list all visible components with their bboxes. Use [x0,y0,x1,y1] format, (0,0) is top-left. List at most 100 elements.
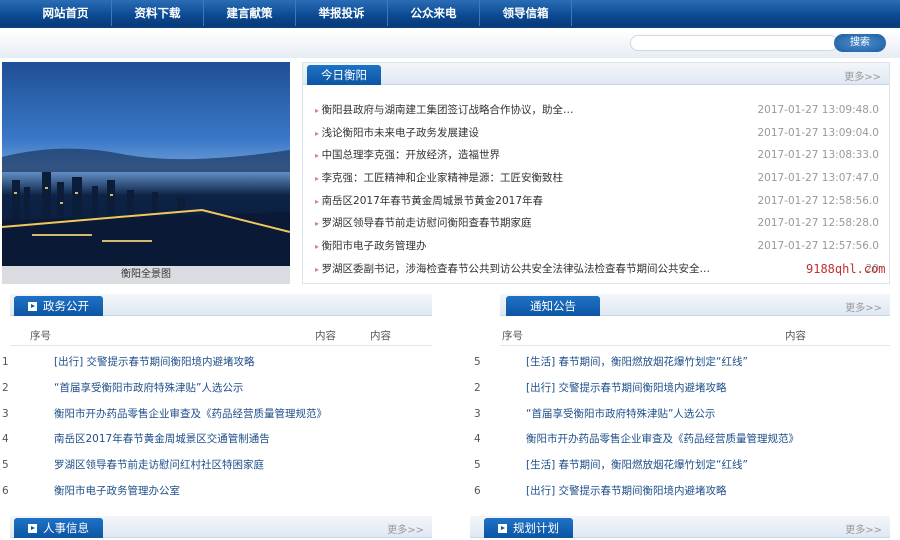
news-date: 2017-01-27 13:09:48.0 [757,104,879,116]
row-link[interactable]: 衡阳市开办药品零售企业审查及《药品经营质量管理规范》 [54,402,327,428]
nav-public-calls[interactable]: 公众来电 [388,0,480,26]
row-number: 6 [474,484,481,497]
news-item[interactable]: 衡阳市电子政务管理办 2017-01-27 12:57:56.0 [315,235,879,258]
news-date: 2017-01-27 12:58:28.0 [757,217,879,230]
nav-leader-mailbox[interactable]: 领导信箱 [480,0,572,26]
table-header: 序号 内容 [500,322,890,346]
personnel-more-link[interactable]: 更多>> [387,521,424,536]
top-nav: 网站首页 资料下载 建言献策 举报投诉 公众来电 领导信箱 [0,0,900,28]
col-no: 序号 [502,330,523,342]
row-link[interactable]: [出行] 交警提示春节期间衡阳境内避堵攻略 [526,376,727,402]
news-title[interactable]: 中国总理李克强：开放经济，造福世界 [315,144,501,167]
row-link[interactable]: [出行] 交警提示春节期间衡阳境内避堵攻略 [54,350,255,376]
row-link[interactable]: “首届享受衡阳市政府特殊津贴”人选公示 [526,402,715,428]
table-row[interactable]: 5 [生活] 春节期间，衡阳燃放烟花爆竹划定“红线” [472,350,890,376]
image-caption: 衡阳全景图 [2,266,290,284]
news-item[interactable]: 罗湖区委副书记，涉海检查春节公共到访公共安全法律弘法检查春节期间公共安全…20 [315,258,879,281]
tab-personnel[interactable]: 人事信息 [14,518,103,538]
tab-label: 政务公开 [43,299,89,313]
gov-panel: 政务公开 序号 内容 内容 1 [出行] 交警提示春节期间衡阳境内避堵攻略 2 “首届… [2,294,432,512]
news-title[interactable]: 罗湖区委副书记，涉海检查春节公共到访公共安全法律弘法检查春节期间公共安全… [315,258,711,281]
news-title[interactable]: 李克强：工匠精神和企业家精神是源：工匠安衡致柱 [315,167,564,190]
today-news-list: 衡阳县政府与湖南建工集团签订战略合作协议，助全… 2017-01-27 13:09… [315,99,879,281]
table-row[interactable]: 6 [出行] 交警提示春节期间衡阳境内避堵攻略 [472,479,890,505]
table-row[interactable]: 4 衡阳市开办药品零售企业审查及《药品经营质量管理规范》 [472,427,890,453]
news-date: 2017-01-27 13:08:33.0 [757,149,879,162]
row-number: 3 [2,407,9,420]
row-number: 3 [474,407,481,420]
planning-panel: 规划计划 更多>> [470,516,890,540]
col-no: 序号 [30,330,51,342]
news-title[interactable]: 浅论衡阳市未来电子政务发展建设 [315,122,480,145]
row-link[interactable]: [出行] 交警提示春节期间衡阳境内避堵攻略 [526,479,727,505]
row-link[interactable]: 罗湖区领导春节前走访慰问红村社区特困家庭 [54,453,264,479]
planning-more-link[interactable]: 更多>> [845,521,882,536]
row-number: 2 [2,381,9,394]
row-number: 5 [2,459,9,472]
watermark: 9188qhl.com [806,262,886,276]
news-item[interactable]: 李克强：工匠精神和企业家精神是源：工匠安衡致柱 2017-01-27 13:07:… [315,167,879,190]
news-item[interactable]: 衡阳县政府与湖南建工集团签订战略合作协议，助全… 2017-01-27 13:09… [315,99,879,122]
table-row[interactable]: 3 衡阳市开办药品零售企业审查及《药品经营质量管理规范》 [0,402,432,428]
row-link[interactable]: 南岳区2017年春节黄金周城景区交通管制通告 [54,427,270,453]
news-date: 2017-01-27 13:09:04.0 [757,126,879,139]
col-content: 内容 [785,330,806,342]
tab-label: 规划计划 [513,521,559,535]
table-row[interactable]: 3 “首届享受衡阳市政府特殊津贴”人选公示 [472,402,890,428]
table-row[interactable]: 5 罗湖区领导春节前走访慰问红村社区特困家庭 [0,453,432,479]
nav-downloads[interactable]: 资料下载 [112,0,204,26]
news-date: 2017-01-27 13:07:47.0 [757,172,879,185]
arrow-right-icon [28,524,37,533]
city-panorama-image[interactable]: 衡阳全景图 [2,62,290,284]
tab-notice[interactable]: 通知公告 [506,296,600,316]
table-row[interactable]: 4 南岳区2017年春节黄金周城景区交通管制通告 [0,427,432,453]
table-row[interactable]: 2 “首届享受衡阳市政府特殊津贴”人选公示 [0,376,432,402]
table-row[interactable]: 6 衡阳市电子政务管理办公室 [0,479,432,505]
row-link[interactable]: 衡阳市电子政务管理办公室 [54,479,180,505]
city-skyline-graphic [2,148,290,284]
table-row[interactable]: 2 [出行] 交警提示春节期间衡阳境内避堵攻略 [472,376,890,402]
tab-planning[interactable]: 规划计划 [484,518,573,538]
news-date: 2017-01-27 12:58:56.0 [757,194,879,207]
row-number: 5 [474,459,481,472]
row-link[interactable]: “首届享受衡阳市政府特殊津贴”人选公示 [54,376,243,402]
nav-home[interactable]: 网站首页 [20,0,112,26]
notice-more-link[interactable]: 更多>> [845,299,882,314]
news-title[interactable]: 罗湖区领导春节前走访慰问衡阳查春节期家庭 [315,212,532,235]
row-link[interactable]: 衡阳市开办药品零售企业审查及《药品经营质量管理规范》 [526,427,799,453]
news-item[interactable]: 中国总理李克强：开放经济，造福世界 2017-01-27 13:08:33.0 [315,144,879,167]
news-date: 2017-01-27 12:57:56.0 [757,240,879,253]
row-number: 4 [474,433,481,446]
row-link[interactable]: [生活] 春节期间，衡阳燃放烟花爆竹划定“红线” [526,453,748,479]
notice-rows: 5 [生活] 春节期间，衡阳燃放烟花爆竹划定“红线” 2 [出行] 交警提示春节期间衡… [472,350,890,505]
search-button[interactable]: 搜索 [834,34,886,52]
arrow-right-icon [498,524,507,533]
nav-suggestions[interactable]: 建言献策 [204,0,296,26]
search-input[interactable] [630,35,838,51]
news-title[interactable]: 南岳区2017年春节黄金周城景节黄金2017年春 [315,190,543,213]
today-more-link[interactable]: 更多>> [844,68,881,83]
search-bar: 搜索 [0,30,900,58]
row-link[interactable]: [生活] 春节期间，衡阳燃放烟花爆竹划定“红线” [526,350,748,376]
news-title[interactable]: 衡阳县政府与湖南建工集团签订战略合作协议，助全… [315,99,574,122]
row-number: 2 [474,381,481,394]
today-panel: 今日衡阳 更多>> 衡阳县政府与湖南建工集团签订战略合作协议，助全… 2017-01… [302,62,890,284]
news-item[interactable]: 浅论衡阳市未来电子政务发展建设 2017-01-27 13:09:04.0 [315,122,879,145]
tab-label: 人事信息 [43,521,89,535]
row-number: 1 [2,356,9,368]
tab-today[interactable]: 今日衡阳 [307,65,381,85]
nav-complaints[interactable]: 举报投诉 [296,0,388,26]
table-header: 序号 内容 内容 [10,322,432,346]
news-item[interactable]: 南岳区2017年春节黄金周城景节黄金2017年春 2017-01-27 12:58… [315,190,879,213]
table-row[interactable]: 5 [生活] 春节期间，衡阳燃放烟花爆竹划定“红线” [472,453,890,479]
col-content: 内容 [315,330,336,342]
row-number: 6 [2,484,9,497]
personnel-panel: 人事信息 更多>> [10,516,432,540]
col-content-2: 内容 [370,330,391,342]
row-number: 5 [474,356,481,368]
gov-rows: 1 [出行] 交警提示春节期间衡阳境内避堵攻略 2 “首届享受衡阳市政府特殊津贴”人选… [0,350,432,505]
news-item[interactable]: 罗湖区领导春节前走访慰问衡阳查春节期家庭 2017-01-27 12:58:28.… [315,212,879,235]
table-row[interactable]: 1 [出行] 交警提示春节期间衡阳境内避堵攻略 [0,350,432,376]
tab-gov-open[interactable]: 政务公开 [14,296,103,316]
news-title[interactable]: 衡阳市电子政务管理办 [315,235,427,258]
